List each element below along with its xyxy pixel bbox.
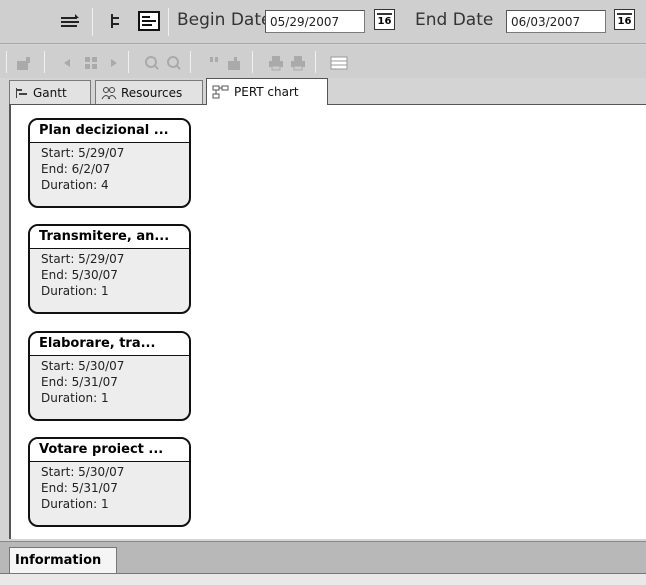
tab-gantt-label: Gantt xyxy=(33,85,67,100)
node-title: Elaborare, tra... xyxy=(30,333,189,356)
node-title: Plan decizional ... xyxy=(30,120,189,143)
toolbar-separator xyxy=(44,51,45,73)
end-date-label: End Date xyxy=(415,10,494,30)
information-panel: Information xyxy=(0,541,646,585)
pert-chart-canvas[interactable]: Plan decizional ... Start: 5/29/07 End: … xyxy=(9,104,646,539)
pert-chart-icon xyxy=(212,85,229,99)
gantt-icon xyxy=(16,87,27,98)
zoom-out-icon[interactable] xyxy=(166,55,182,71)
print-preview-icon[interactable] xyxy=(290,55,306,71)
pert-node[interactable]: Transmitere, an... Start: 5/29/07 End: 5… xyxy=(28,224,191,314)
main-toolbar: Begin Date 05/29/2007 16 End Date 06/03/… xyxy=(0,0,646,44)
tab-pert-chart-label: PERT chart xyxy=(234,85,299,99)
node-end: End: 5/30/07 xyxy=(41,268,118,282)
pert-node[interactable]: Elaborare, tra... Start: 5/30/07 End: 5/… xyxy=(28,331,191,421)
node-duration: Duration: 1 xyxy=(41,284,109,298)
information-strip xyxy=(0,573,646,585)
secondary-toolbar xyxy=(0,45,646,78)
hierarchy-icon[interactable] xyxy=(104,9,128,33)
toolbar-separator xyxy=(92,8,93,36)
tab-resources[interactable]: Resources xyxy=(95,80,203,104)
toolbar-separator xyxy=(252,51,253,73)
toolbar-separator xyxy=(168,8,169,36)
link-tasks-icon[interactable] xyxy=(83,55,99,71)
toolbar-separator xyxy=(6,51,7,73)
node-duration: Duration: 1 xyxy=(41,497,109,511)
begin-date-calendar-icon[interactable]: 16 xyxy=(374,9,395,30)
node-start: Start: 5/30/07 xyxy=(41,465,125,479)
tab-information[interactable]: Information xyxy=(9,547,117,573)
node-duration: Duration: 1 xyxy=(41,391,109,405)
table-icon[interactable] xyxy=(330,55,348,71)
node-title: Transmitere, an... xyxy=(30,226,189,249)
task-list-icon[interactable] xyxy=(137,9,161,33)
begin-date-label: Begin Date xyxy=(177,10,272,30)
end-date-calendar-icon[interactable]: 16 xyxy=(614,9,635,30)
resources-icon xyxy=(101,86,117,99)
pert-node[interactable]: Votare proiect ... Start: 5/30/07 End: 5… xyxy=(28,437,191,527)
print-icon[interactable] xyxy=(268,55,284,71)
toolbar-separator xyxy=(315,51,316,73)
link-right-icon[interactable] xyxy=(105,55,121,71)
toolbar-separator xyxy=(128,51,129,73)
note-icon[interactable] xyxy=(226,55,242,71)
tab-resources-label: Resources xyxy=(121,85,183,100)
node-end: End: 5/31/07 xyxy=(41,375,118,389)
pert-node[interactable]: Plan decizional ... Start: 5/29/07 End: … xyxy=(28,118,191,208)
end-date-field[interactable]: 06/03/2007 xyxy=(506,10,606,33)
zoom-in-icon[interactable] xyxy=(144,55,160,71)
edit-icon[interactable] xyxy=(16,55,32,71)
node-start: Start: 5/30/07 xyxy=(41,359,125,373)
node-title: Votare proiect ... xyxy=(30,439,189,462)
toolbar-separator xyxy=(190,51,191,73)
link-left-icon[interactable] xyxy=(60,55,76,71)
outdent-icon[interactable] xyxy=(58,9,82,33)
node-start: Start: 5/29/07 xyxy=(41,252,125,266)
node-start: Start: 5/29/07 xyxy=(41,146,125,160)
tab-pert-chart[interactable]: PERT chart xyxy=(206,78,328,105)
begin-date-field[interactable]: 05/29/2007 xyxy=(265,10,365,33)
node-duration: Duration: 4 xyxy=(41,178,109,192)
node-end: End: 5/31/07 xyxy=(41,481,118,495)
tab-gantt[interactable]: Gantt xyxy=(9,80,91,104)
node-end: End: 6/2/07 xyxy=(41,162,111,176)
quote-icon[interactable] xyxy=(208,55,224,71)
